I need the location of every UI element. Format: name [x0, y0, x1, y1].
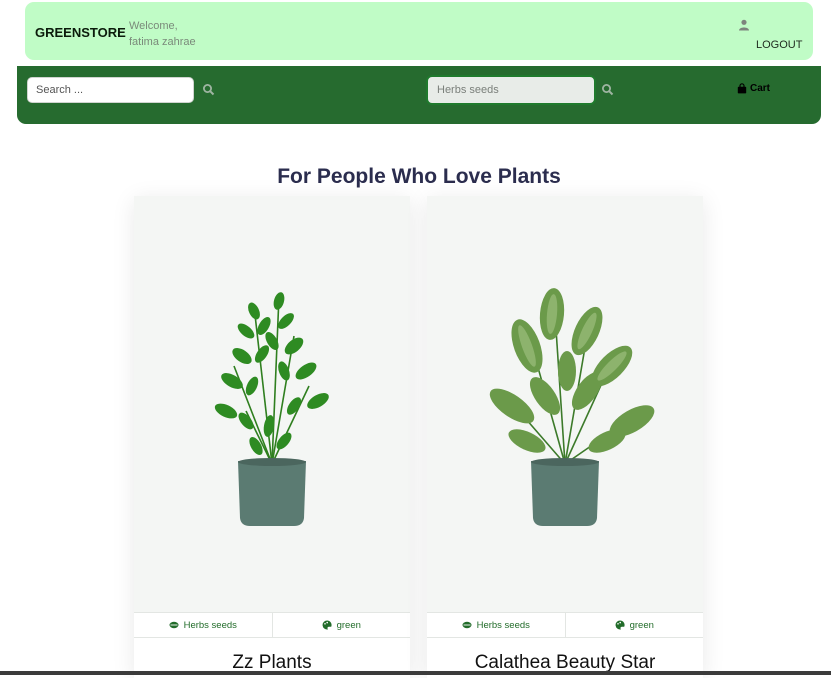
cart-label: Cart	[750, 83, 771, 94]
seed-icon	[462, 621, 472, 629]
category-tag-label: Herbs seeds	[476, 619, 530, 631]
category-tag-label: Herbs seeds	[183, 619, 237, 631]
logout-button[interactable]: LOGOUT	[756, 39, 802, 51]
top-header: GREENSTORE Welcome, fatima zahrae LOGOUT	[25, 2, 813, 60]
palette-icon	[322, 620, 332, 630]
search-input[interactable]	[27, 77, 194, 103]
brand-logo[interactable]: GREENSTORE	[35, 25, 126, 40]
search-icon[interactable]	[202, 83, 216, 97]
color-tag[interactable]: green	[271, 613, 411, 637]
color-tag-label: green	[629, 619, 654, 631]
seed-icon	[169, 621, 179, 629]
filter-search-icon[interactable]	[601, 83, 615, 97]
nav-bar: Herbs seeds Cart	[17, 66, 821, 124]
product-tags: Herbs seeds green	[427, 612, 703, 638]
category-select[interactable]: Herbs seeds	[426, 75, 596, 105]
user-name: fatima zahrae	[129, 36, 196, 48]
page-heading: For People Who Love Plants	[277, 165, 561, 188]
cart-link[interactable]: Cart	[737, 83, 770, 94]
product-image	[489, 288, 655, 526]
category-tag[interactable]: Herbs seeds	[427, 613, 565, 637]
welcome-label: Welcome,	[129, 20, 178, 32]
user-icon[interactable]	[738, 19, 750, 31]
product-card[interactable]: Herbs seeds green Calathea Beauty Star	[427, 196, 703, 678]
welcome-text: Welcome, fatima zahrae	[129, 18, 196, 50]
product-image	[214, 292, 329, 526]
category-select-value: Herbs seeds	[437, 84, 499, 96]
palette-icon	[615, 620, 625, 630]
bag-icon	[737, 83, 747, 94]
color-tag[interactable]: green	[564, 613, 704, 637]
product-card[interactable]: Herbs seeds green Zz Plants	[134, 196, 410, 678]
product-tags: Herbs seeds green	[134, 612, 410, 638]
horizontal-scrollbar[interactable]	[0, 671, 831, 675]
color-tag-label: green	[336, 619, 361, 631]
category-tag[interactable]: Herbs seeds	[134, 613, 272, 637]
